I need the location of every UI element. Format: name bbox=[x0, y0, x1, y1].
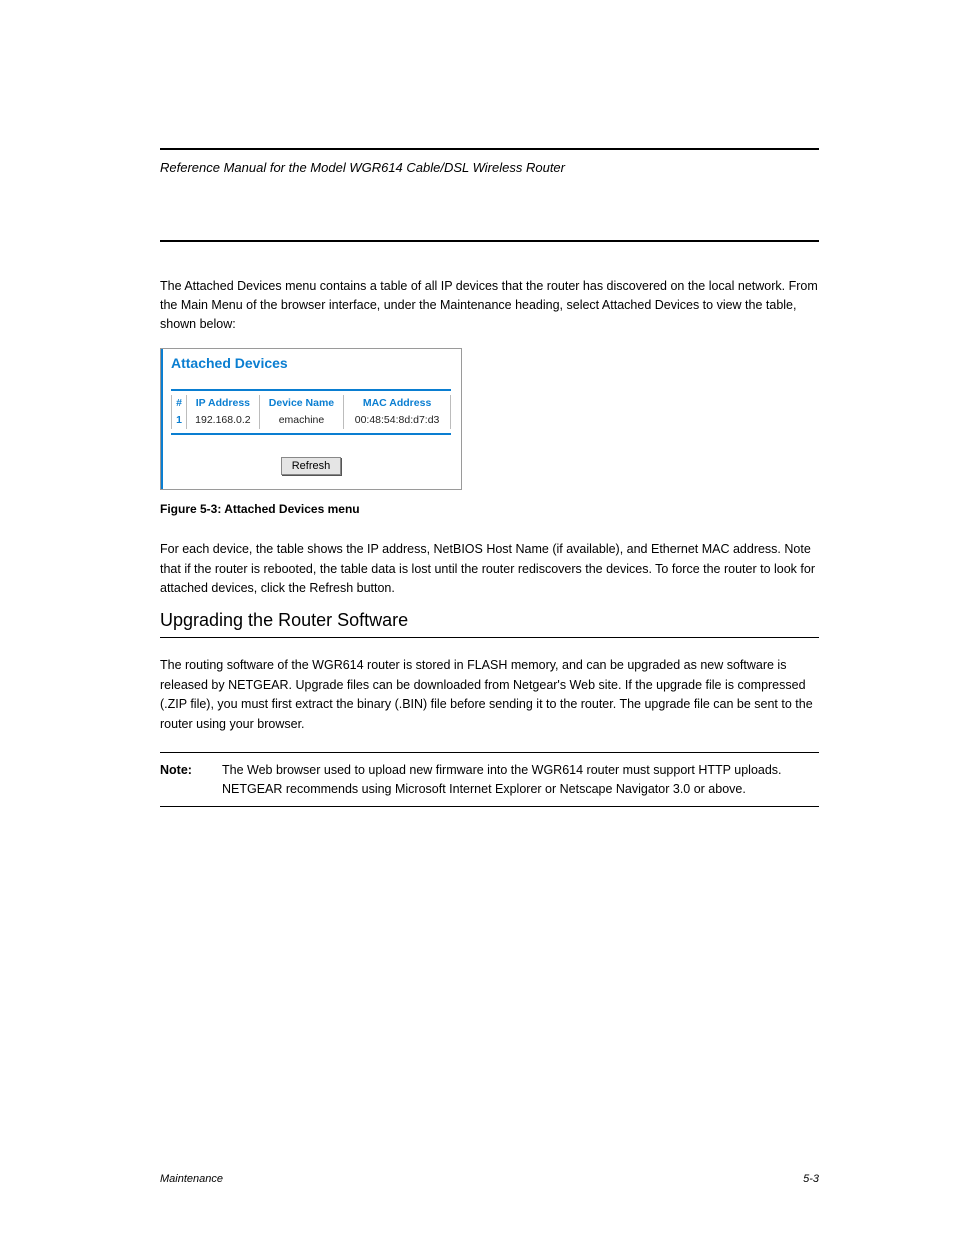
cell-name: emachine bbox=[259, 411, 343, 429]
note-text: The Web browser used to upload new firmw… bbox=[222, 761, 819, 799]
section-heading: Upgrading the Router Software bbox=[160, 610, 819, 631]
devices-table: # IP Address Device Name MAC Address 1 1… bbox=[171, 395, 451, 429]
footer-right: 5-3 bbox=[803, 1173, 819, 1185]
col-name: Device Name bbox=[259, 395, 343, 411]
refresh-button[interactable]: Refresh bbox=[281, 457, 342, 475]
paragraph: For each device, the table shows the IP … bbox=[160, 540, 819, 598]
divider bbox=[171, 389, 451, 391]
col-num: # bbox=[172, 395, 187, 411]
paragraph: The routing software of the WGR614 route… bbox=[160, 656, 819, 734]
note: Note: The Web browser used to upload new… bbox=[160, 761, 819, 799]
table-row: 1 192.168.0.2 emachine 00:48:54:8d:d7:d3 bbox=[172, 411, 451, 429]
cell-ip: 192.168.0.2 bbox=[186, 411, 259, 429]
header-left: Reference Manual for the Model WGR614 Ca… bbox=[160, 160, 565, 175]
footer-left: Maintenance bbox=[160, 1173, 223, 1185]
col-ip: IP Address bbox=[186, 395, 259, 411]
panel-title: Attached Devices bbox=[171, 355, 451, 371]
intro-paragraph: The Attached Devices menu contains a tab… bbox=[160, 277, 819, 333]
cell-mac: 00:48:54:8d:d7:d3 bbox=[344, 411, 451, 429]
col-mac: MAC Address bbox=[344, 395, 451, 411]
cell-num: 1 bbox=[172, 411, 187, 429]
divider bbox=[171, 433, 451, 435]
figure-label: Figure 5-3: Attached Devices menu bbox=[160, 502, 819, 516]
attached-devices-panel: Attached Devices # IP Address Device Nam… bbox=[160, 348, 462, 490]
note-label: Note: bbox=[160, 761, 204, 780]
